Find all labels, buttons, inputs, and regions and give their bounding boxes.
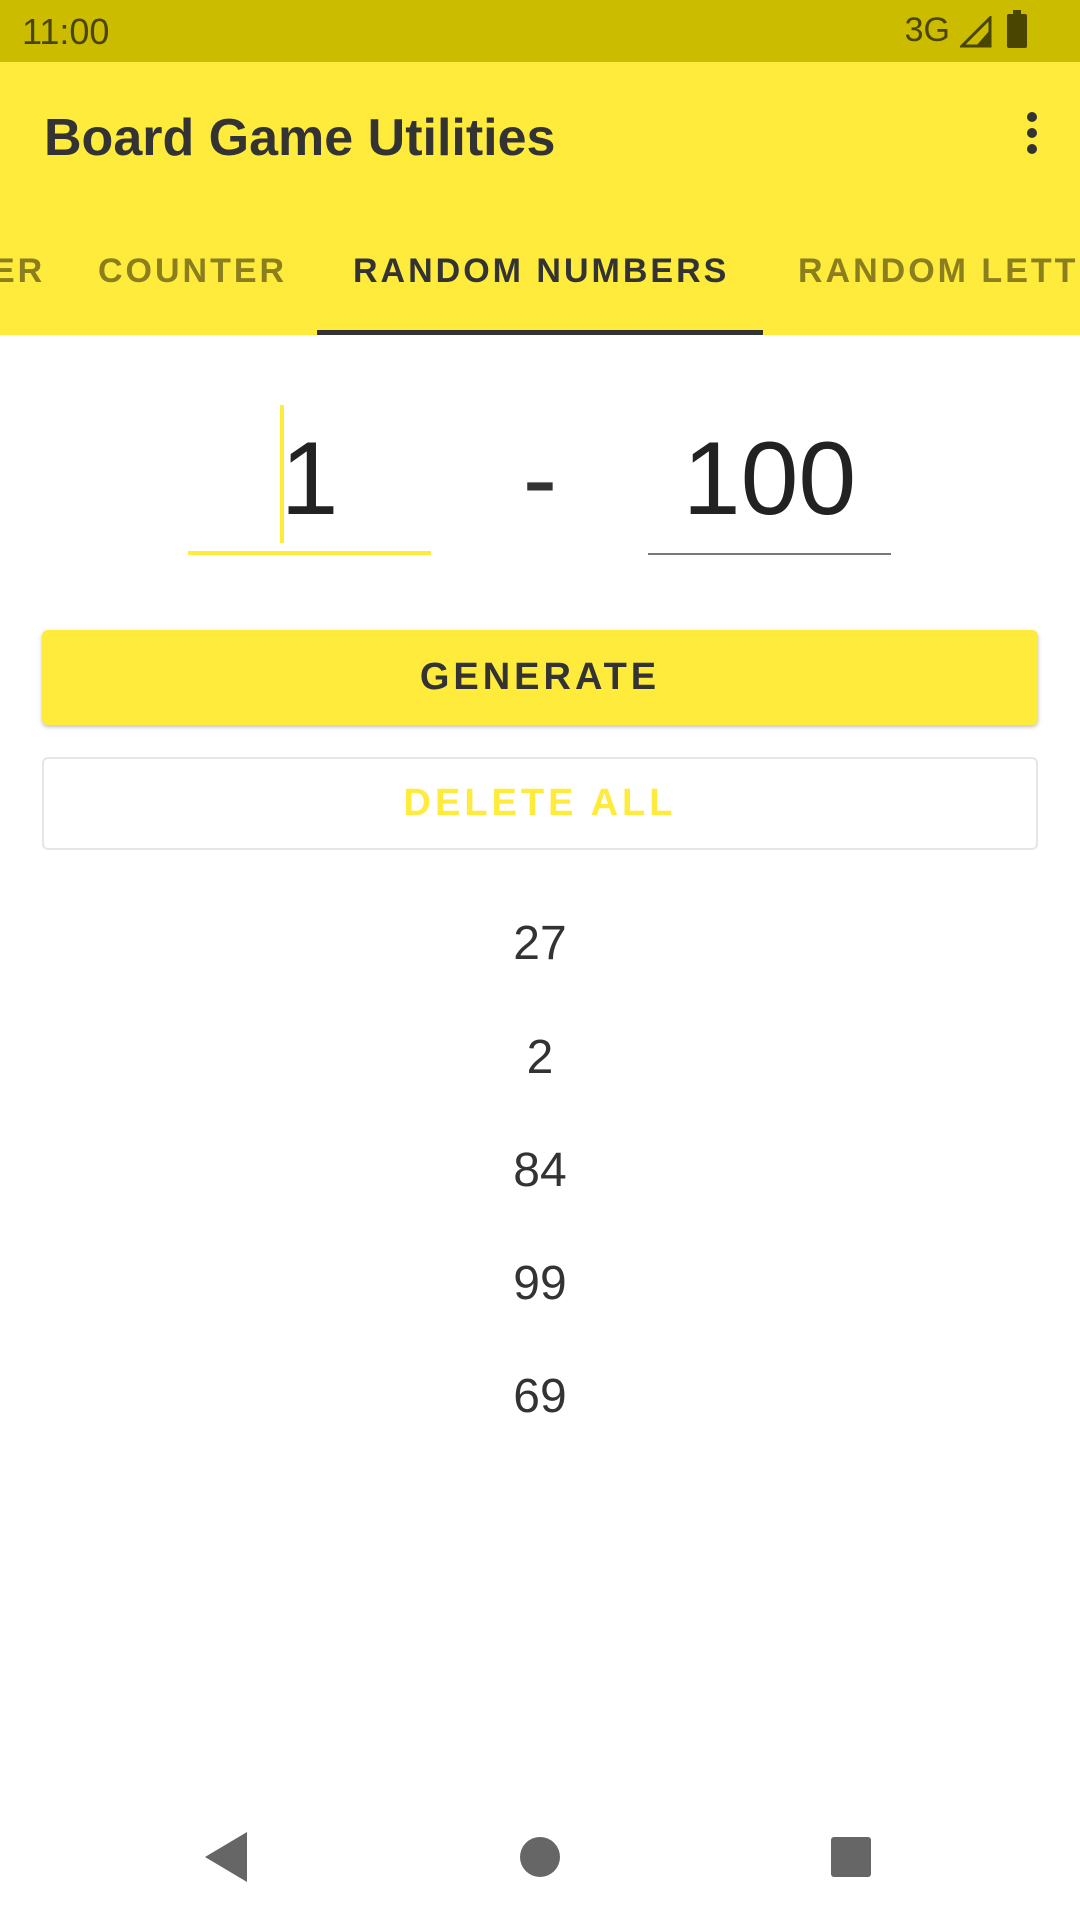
recents-icon[interactable] (830, 1830, 872, 1884)
app-title: Board Game Utilities (44, 109, 556, 167)
max-value: 100 (682, 421, 857, 537)
tab-timer[interactable]: ER (0, 252, 45, 291)
network-type: 3G (904, 11, 950, 49)
result-item: 69 (513, 1370, 567, 1423)
result-item: 99 (513, 1257, 567, 1310)
delete-all-button[interactable]: DELETE ALL (42, 757, 1038, 850)
battery-icon (1007, 10, 1027, 48)
range-separator: - (522, 421, 558, 537)
more-options-icon[interactable] (1014, 112, 1050, 162)
generate-button[interactable]: GENERATE (42, 630, 1038, 725)
home-icon[interactable] (519, 1830, 561, 1884)
tab-random-numbers[interactable]: RANDOM NUMBERS (353, 252, 729, 291)
back-icon[interactable] (203, 1830, 249, 1884)
tab-random-letters[interactable]: RANDOM LETT (798, 252, 1078, 291)
status-time: 11:00 (22, 11, 110, 52)
result-item: 2 (526, 1031, 554, 1084)
tab-counter[interactable]: COUNTER (98, 252, 287, 291)
result-item: 27 (513, 917, 567, 970)
app-bar: Board Game Utilities ER COUNTER RANDOM N… (0, 62, 1080, 335)
min-value: 1 (280, 421, 339, 537)
min-input[interactable]: 1 (188, 400, 431, 555)
max-input[interactable]: 100 (648, 400, 891, 555)
max-underline (648, 553, 891, 555)
tab-indicator (317, 330, 763, 335)
min-underline (188, 551, 431, 555)
result-item: 84 (513, 1144, 567, 1197)
status-bar: 11:00 3G (0, 0, 1080, 62)
signal-icon (960, 16, 992, 48)
